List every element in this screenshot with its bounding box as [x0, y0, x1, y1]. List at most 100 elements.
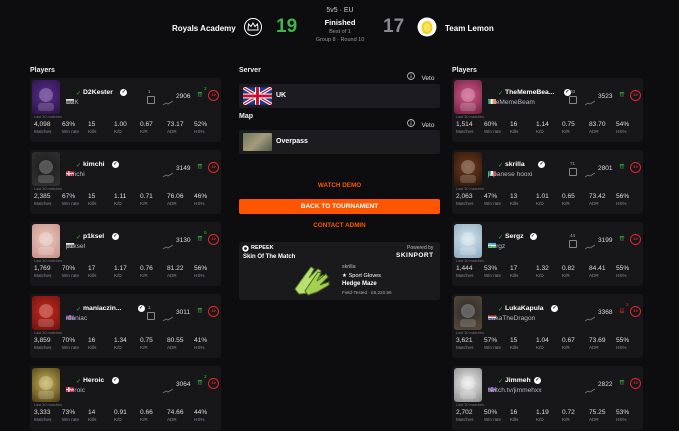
trend-up-icon: ⇈	[197, 380, 203, 387]
stat-matches-value: 3,333	[34, 409, 51, 416]
stat-kd-value: 1.11	[114, 193, 127, 200]
party-icon	[147, 312, 155, 320]
team-left-name[interactable]: Royals Academy	[172, 24, 236, 33]
uk-flag-icon	[243, 87, 272, 105]
stat-kr: 0.75 K/R	[562, 121, 588, 134]
player-avatar[interactable]	[32, 368, 60, 402]
stat-kr-value: 0.71	[140, 193, 153, 200]
stat-adr: 81.22 ADR	[167, 265, 193, 278]
skin-of-the-match-card[interactable]: REPEEK Skin Of The Match Powered by SKIN…	[239, 242, 440, 300]
server-name: UK	[276, 92, 287, 99]
player-name[interactable]: Sergz	[505, 233, 524, 240]
stat-kd-value: 0.91	[114, 409, 127, 416]
country-flag-icon	[66, 379, 74, 392]
verified-icon: ✓	[120, 89, 128, 96]
ad-powered-by: Powered by	[407, 245, 434, 251]
player-nickname: twitch.tv/jimmehxx	[488, 387, 542, 394]
stat-adr-label: ADR	[167, 345, 177, 350]
stat-kd-label: K/D	[114, 345, 122, 350]
team-right-name[interactable]: Team Lemon	[445, 24, 494, 33]
stat-winrate-label: Win rate	[62, 345, 80, 350]
stat-kd-value: 1.14	[536, 121, 549, 128]
player-name[interactable]: maniaczin...	[83, 305, 122, 312]
player-avatar[interactable]	[454, 368, 482, 402]
stat-hs-value: 56%	[616, 193, 630, 200]
ad-item-price: Field-Tested · £8,220.96	[342, 290, 392, 295]
player-avatar[interactable]	[454, 296, 482, 330]
elo-sparkline-icon	[584, 237, 596, 250]
stat-hs-value: 55%	[616, 265, 630, 272]
player-name[interactable]: p1ksel	[83, 233, 104, 240]
player-avatar[interactable]	[454, 224, 482, 258]
stat-hs: 41% HS%	[194, 337, 220, 350]
stat-kd-value: 1.04	[536, 337, 549, 344]
stat-kills-value: 14	[88, 409, 96, 416]
party-badge: 1	[148, 305, 151, 310]
stat-adr-value: 81.22	[167, 265, 184, 272]
stat-matches-value: 3,859	[34, 337, 51, 344]
player-avatar[interactable]	[32, 80, 60, 114]
stat-kills: 14 Kills	[88, 409, 114, 422]
stat-kr-value: 0.67	[562, 337, 575, 344]
stat-hs-value: 52%	[194, 121, 208, 128]
best-of: Best of 1	[329, 29, 351, 35]
party-badge: 33	[570, 89, 576, 94]
player-card[interactable]: ✓ kimchi ✓ kimchi 3149 ⇈ 10 Last 30 matches 2,38…	[30, 150, 221, 214]
back-to-tournament-button[interactable]: BACK TO TOURNAMENT	[239, 199, 440, 214]
last-30-label: Last 30 matches	[456, 331, 484, 335]
player-name[interactable]: Heroic	[83, 377, 104, 384]
stat-adr-label: ADR	[167, 417, 177, 422]
player-card[interactable]: ✓ p1ksel ✓ p1ksel 3130 ⇈ 5 10 Last 30 matches 1,7…	[30, 222, 221, 286]
player-name[interactable]: TheMemeBea...	[505, 89, 554, 96]
server-veto-button[interactable]: Veto	[407, 67, 434, 85]
stat-kd-label: K/D	[114, 129, 122, 134]
stat-hs-label: HS%	[616, 417, 627, 422]
trend-up-icon: ⇈	[197, 164, 203, 171]
player-nickname: Heroic	[66, 387, 86, 394]
player-elo: 2822	[598, 381, 613, 388]
player-card[interactable]: ✓ TheMemeBea... ✓ TheMemeBeam 33 3523 ⇈ 10 Last …	[452, 78, 643, 142]
stat-hs-label: HS%	[194, 345, 205, 350]
stat-matches-value: 3,621	[456, 337, 473, 344]
player-card[interactable]: ✓ maniaczin... ✓ maniac 1 3011 ⇈ 10 Last 30 matc…	[30, 294, 221, 358]
stat-winrate: 50% Win rate	[484, 409, 510, 422]
party-icon	[569, 96, 577, 104]
player-name[interactable]: D2Kester	[83, 89, 113, 96]
server-box: UK	[239, 84, 440, 108]
info-icon	[407, 71, 415, 80]
player-card[interactable]: ✓ Sergz ✓ Sergz 44 3199 ⇈ 10 Last 30 matches 1,44…	[452, 222, 643, 286]
player-card[interactable]: ✓ Jimmeh ✓ twitch.tv/jimmehxx 2822 ⇈ 10 Last 30…	[452, 366, 643, 430]
group-round: Group 8 · Round 10	[315, 37, 365, 43]
player-avatar[interactable]	[32, 152, 60, 186]
player-name[interactable]: skrilla	[505, 161, 525, 168]
stat-hs-value: 41%	[194, 337, 208, 344]
player-name[interactable]: kimchi	[83, 161, 105, 168]
watch-demo-link[interactable]: WATCH DEMO	[239, 182, 440, 189]
match-header: Royals Academy 19 5v5 · EU Finished Best…	[0, 0, 679, 52]
stat-kills-value: 16	[510, 121, 518, 128]
contact-admin-link[interactable]: CONTACT ADMIN	[239, 222, 440, 229]
verified-icon: ✓	[111, 233, 119, 240]
last-30-label: Last 30 matches	[34, 187, 62, 191]
player-nickname: D2K	[66, 99, 79, 106]
player-card[interactable]: ✓ skrilla ✓ japanese hooxi 71 2801 ⇈ 10 Last 30 …	[452, 150, 643, 214]
player-name[interactable]: LukaKapula	[505, 305, 544, 312]
stat-kd: 1.19 K/D	[536, 409, 562, 422]
player-avatar[interactable]	[454, 152, 482, 186]
player-name[interactable]: Jimmeh	[505, 377, 531, 384]
player-card[interactable]: ✓ LukaKapula ✓ LukaTheDragon 3368 ⇊ 2 10 Last 30…	[452, 294, 643, 358]
player-avatar[interactable]	[32, 224, 60, 258]
trend-up-icon: ⇈	[197, 92, 203, 99]
player-avatar[interactable]	[454, 80, 482, 114]
player-avatar[interactable]	[32, 296, 60, 330]
stat-kr-label: K/R	[140, 273, 148, 278]
stat-adr-value: 80.55	[167, 337, 184, 344]
stat-matches: 2,063 Matches	[456, 193, 482, 206]
stat-hs: 46% HS%	[194, 193, 220, 206]
skill-level-badge: 10	[208, 234, 219, 245]
player-card[interactable]: ✓ Heroic ✓ Heroic 3064 ⇈ 2 10 Last 30 matches 3,3…	[30, 366, 221, 430]
stat-matches-label: Matches	[34, 201, 52, 206]
last-30-label: Last 30 matches	[34, 259, 62, 263]
platform-check-icon: ✓	[498, 379, 504, 385]
player-card[interactable]: ✓ D2Kester ✓ D2K 1 2906 ⇈ 2 10 Last 30 matches 4,0…	[30, 78, 221, 142]
